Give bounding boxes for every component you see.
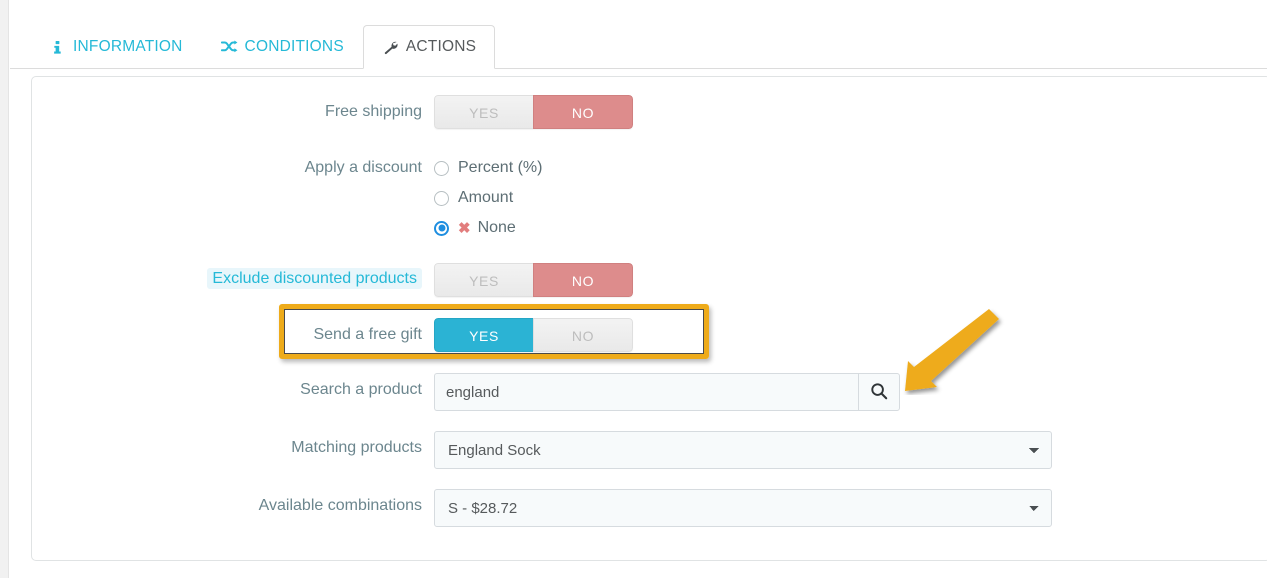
free-shipping-label: Free shipping xyxy=(325,103,422,120)
tab-actions[interactable]: ACTIONS xyxy=(362,25,496,69)
search-product-control xyxy=(434,373,1092,411)
free-shipping-switch[interactable]: YES NO xyxy=(434,95,633,129)
row-matching-products: Matching products England Sock xyxy=(32,431,1092,469)
send-free-gift-control: YES NO xyxy=(279,304,1092,359)
radio-amount-indicator[interactable] xyxy=(434,190,449,206)
actions-form: Free shipping YES NO Apply a discount Pe… xyxy=(32,95,1092,542)
row-free-shipping: Free shipping YES NO xyxy=(32,95,1092,129)
exclude-discounted-switch[interactable]: YES NO xyxy=(434,263,633,297)
radio-percent-label: Percent (%) xyxy=(458,159,543,176)
search-product-group xyxy=(434,373,1092,411)
radio-none[interactable]: ✖ None xyxy=(434,213,1092,243)
tab-conditions[interactable]: CONDITIONS xyxy=(202,25,363,69)
search-icon xyxy=(870,382,888,403)
exclude-discounted-label[interactable]: Exclude discounted products xyxy=(207,268,422,289)
send-free-gift-switch[interactable]: YES NO xyxy=(434,318,633,352)
free-shipping-no[interactable]: NO xyxy=(533,95,633,129)
matching-products-select[interactable]: England Sock xyxy=(434,431,1052,469)
exclude-discounted-control: YES NO xyxy=(434,263,1092,297)
matching-products-control: England Sock xyxy=(434,431,1092,469)
row-available-combinations: Available combinations S - $28.72 xyxy=(32,489,1092,527)
row-search-product: Search a product xyxy=(32,373,1092,411)
free-shipping-control: YES NO xyxy=(434,95,1092,129)
exclude-discounted-yes[interactable]: YES xyxy=(434,263,534,297)
apply-discount-label: Apply a discount xyxy=(304,159,422,176)
apply-discount-radio-group: Percent (%) Amount ✖ None xyxy=(434,151,1092,243)
available-combinations-control: S - $28.72 xyxy=(434,489,1092,527)
exclude-discounted-label-cell: Exclude discounted products xyxy=(32,263,434,289)
search-product-button[interactable] xyxy=(858,373,900,411)
x-mark-icon: ✖ xyxy=(458,220,471,237)
radio-amount-label: Amount xyxy=(458,189,514,206)
send-free-gift-label: Send a free gift xyxy=(313,326,422,343)
info-icon xyxy=(49,39,66,56)
tab-information-label: INFORMATION xyxy=(73,38,183,55)
page-root: INFORMATION CONDITIONS ACTIONS Free ship… xyxy=(0,0,1267,578)
page-left-gutter xyxy=(0,0,9,578)
radio-percent[interactable]: Percent (%) xyxy=(434,153,1092,183)
send-free-gift-highlight-wrap: YES NO xyxy=(279,304,709,359)
exclude-discounted-no[interactable]: NO xyxy=(533,263,633,297)
tab-actions-label: ACTIONS xyxy=(405,38,477,55)
radio-none-label: None xyxy=(477,219,516,236)
tab-conditions-label: CONDITIONS xyxy=(244,38,344,55)
tab-list: INFORMATION CONDITIONS ACTIONS xyxy=(30,21,496,69)
row-send-free-gift: Send a free gift YES NO xyxy=(32,304,1092,359)
send-free-gift-no[interactable]: NO xyxy=(533,318,633,352)
radio-none-indicator[interactable] xyxy=(434,220,449,236)
matching-products-label: Matching products xyxy=(291,439,422,456)
available-combinations-label: Available combinations xyxy=(258,497,422,514)
tab-bar: INFORMATION CONDITIONS ACTIONS xyxy=(10,0,1267,69)
search-product-label: Search a product xyxy=(300,381,422,398)
actions-panel: Free shipping YES NO Apply a discount Pe… xyxy=(31,76,1267,561)
shuffle-icon xyxy=(220,39,238,56)
free-shipping-yes[interactable]: YES xyxy=(434,95,534,129)
send-free-gift-yes[interactable]: YES xyxy=(434,318,534,352)
search-product-input[interactable] xyxy=(434,373,858,411)
available-combinations-select[interactable]: S - $28.72 xyxy=(434,489,1052,527)
radio-amount[interactable]: Amount xyxy=(434,183,1092,213)
tab-information[interactable]: INFORMATION xyxy=(30,25,202,69)
wrench-icon xyxy=(382,39,399,56)
row-exclude-discounted: Exclude discounted products YES NO xyxy=(32,263,1092,297)
radio-percent-indicator[interactable] xyxy=(434,160,449,176)
row-apply-discount: Apply a discount Percent (%) Amount ✖ No… xyxy=(32,151,1092,243)
